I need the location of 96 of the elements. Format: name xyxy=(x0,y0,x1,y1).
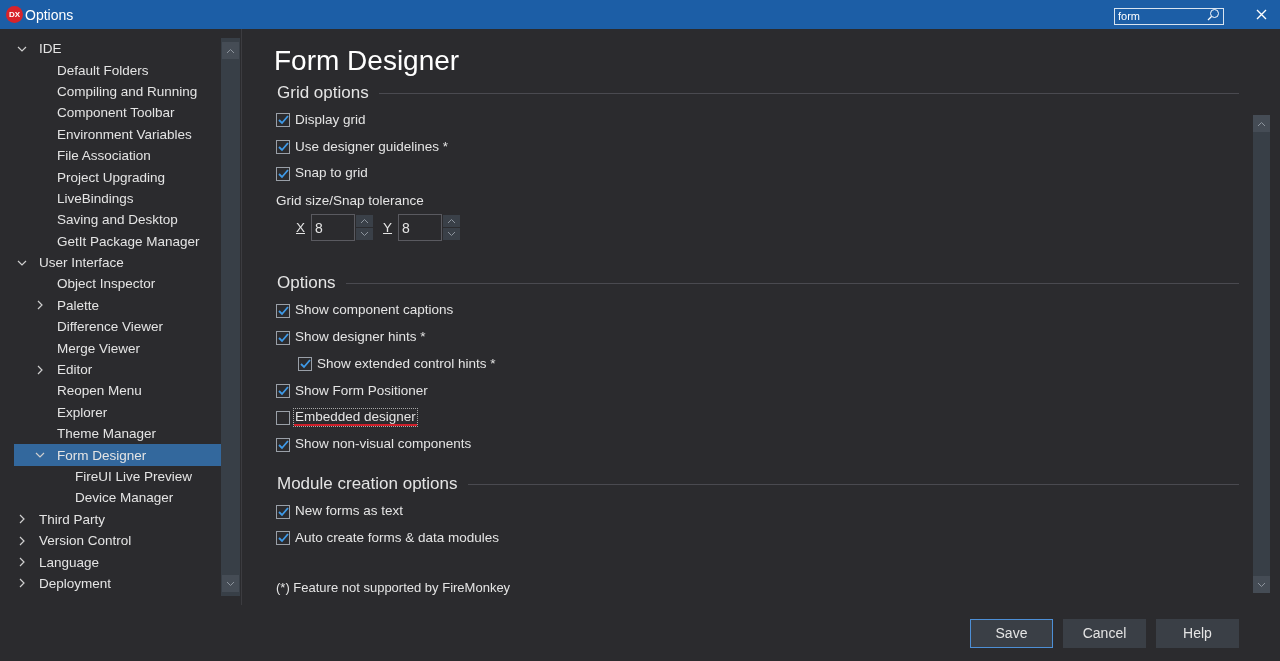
checkbox[interactable] xyxy=(298,357,312,372)
checkbox[interactable] xyxy=(276,303,290,318)
caret-down-icon xyxy=(226,580,235,587)
scrollbar[interactable] xyxy=(1253,115,1270,593)
tree-item[interactable]: Form Designer xyxy=(14,444,221,466)
field-label: X xyxy=(296,220,305,236)
section-heading: Module creation options xyxy=(277,474,458,495)
field-label: Y xyxy=(383,220,393,236)
checkmark-icon xyxy=(277,506,289,517)
checkbox-label[interactable]: Use designer guidelines * xyxy=(294,138,450,156)
section-heading: Grid options xyxy=(277,83,369,103)
field-group-label: Grid size/Snap tolerance xyxy=(276,193,425,209)
chevron-right-icon[interactable] xyxy=(35,300,45,311)
checkbox-label[interactable]: Auto create forms & data modules xyxy=(294,529,501,547)
tree-item[interactable]: Palette xyxy=(14,294,221,317)
tree-item[interactable]: Reopen Menu xyxy=(14,380,221,402)
tree-item[interactable]: Merge Viewer xyxy=(14,337,221,359)
tree-item[interactable]: Component Toolbar xyxy=(14,102,221,124)
tree-item[interactable]: Third Party xyxy=(14,508,221,530)
checkmark-icon xyxy=(277,169,289,179)
tree-item[interactable]: Difference Viewer xyxy=(14,316,221,338)
checkmark-icon xyxy=(277,305,289,316)
tree-item[interactable]: Compiling and Running xyxy=(14,80,221,103)
checkbox-label[interactable]: Display grid xyxy=(294,111,367,129)
checkbox[interactable] xyxy=(276,437,290,452)
search-icon[interactable] xyxy=(1207,8,1220,21)
checkbox-label[interactable]: Show Form Positioner xyxy=(294,382,429,400)
checkbox[interactable] xyxy=(276,504,290,519)
checkbox-label[interactable]: Show non-visual components xyxy=(294,436,473,454)
checkbox[interactable] xyxy=(276,330,290,345)
checkbox-label[interactable]: Show extended control hints * xyxy=(316,355,497,373)
caret-down-icon xyxy=(447,231,457,238)
tree-item[interactable]: Environment Variables xyxy=(14,123,221,145)
spin-down-button[interactable] xyxy=(443,228,461,241)
tree-item[interactable]: User Interface xyxy=(14,251,221,274)
app-logo: DX xyxy=(6,6,23,23)
tree-item[interactable]: Version Control xyxy=(14,530,221,552)
tree-item[interactable]: Saving and Desktop xyxy=(14,209,221,231)
caret-up-icon xyxy=(226,47,235,54)
scrollbar[interactable] xyxy=(221,38,240,596)
chevron-right-icon[interactable] xyxy=(17,578,27,589)
tree-item[interactable]: Device Manager xyxy=(14,487,221,509)
checkmark-icon xyxy=(277,115,289,126)
checkbox-label[interactable]: Show designer hints * xyxy=(294,329,427,347)
tree-item[interactable]: Editor xyxy=(14,358,221,381)
checkbox[interactable] xyxy=(276,167,290,181)
tree-item[interactable]: Theme Manager xyxy=(14,423,221,445)
tree-item[interactable]: IDE xyxy=(14,38,221,60)
chevron-right-icon[interactable] xyxy=(17,535,27,546)
close-icon xyxy=(1255,9,1267,20)
tree-item[interactable]: GetIt Package Manager xyxy=(14,230,221,252)
checkmark-icon xyxy=(277,386,289,397)
checkmark-icon xyxy=(277,533,289,544)
caret-up-icon xyxy=(1257,120,1266,127)
checkbox-label[interactable]: Embedded designer xyxy=(294,409,417,427)
spin-down-button[interactable] xyxy=(356,228,373,241)
tree-item[interactable]: Project Upgrading xyxy=(14,166,221,188)
dialog-button[interactable]: Cancel xyxy=(1063,618,1146,648)
caret-up-icon xyxy=(360,218,369,225)
caret-up-icon xyxy=(447,218,457,225)
checkbox-label[interactable]: Show component captions xyxy=(294,302,455,320)
tree-item[interactable]: Language xyxy=(14,551,221,573)
search-field[interactable]: form xyxy=(1114,7,1224,25)
tree-item[interactable]: Deployment xyxy=(14,572,221,595)
chevron-right-icon[interactable] xyxy=(35,364,45,375)
dialog-button[interactable]: Save xyxy=(970,618,1053,648)
number-field[interactable]: 8 xyxy=(398,214,443,242)
chevron-right-icon[interactable] xyxy=(17,557,27,568)
window-title: Options xyxy=(25,6,75,23)
caret-down-icon xyxy=(360,231,369,238)
checkbox[interactable] xyxy=(276,410,290,425)
caret-down-icon xyxy=(1257,581,1266,588)
checkmark-icon xyxy=(277,142,289,153)
tree-item[interactable]: Object Inspector xyxy=(14,273,221,295)
tree-item[interactable]: Explorer xyxy=(14,401,221,424)
tree-item[interactable]: FireUI Live Preview xyxy=(14,465,221,488)
chevron-right-icon[interactable] xyxy=(17,514,27,525)
number-field[interactable]: 8 xyxy=(311,214,355,242)
tree-item[interactable]: File Association xyxy=(14,144,221,167)
tree-item[interactable]: LiveBindings xyxy=(14,187,221,210)
checkbox-label[interactable]: New forms as text xyxy=(294,503,405,521)
checkbox-label[interactable]: Snap to grid xyxy=(294,165,369,183)
checkmark-icon xyxy=(277,332,289,343)
checkbox[interactable] xyxy=(276,113,290,128)
tree-item[interactable]: Default Folders xyxy=(14,59,221,81)
spin-up-button[interactable] xyxy=(356,215,373,228)
checkbox[interactable] xyxy=(276,531,290,546)
section-heading: Options xyxy=(277,273,336,294)
checkmark-icon xyxy=(277,439,289,450)
footnote: (*) Feature not supported by FireMonkey xyxy=(276,579,512,595)
checkbox[interactable] xyxy=(276,140,290,155)
dialog-button[interactable]: Help xyxy=(1156,618,1239,648)
spin-up-button[interactable] xyxy=(443,215,461,228)
checkbox[interactable] xyxy=(276,384,290,399)
checkmark-icon xyxy=(299,359,311,370)
page-title: Form Designer xyxy=(274,45,461,77)
